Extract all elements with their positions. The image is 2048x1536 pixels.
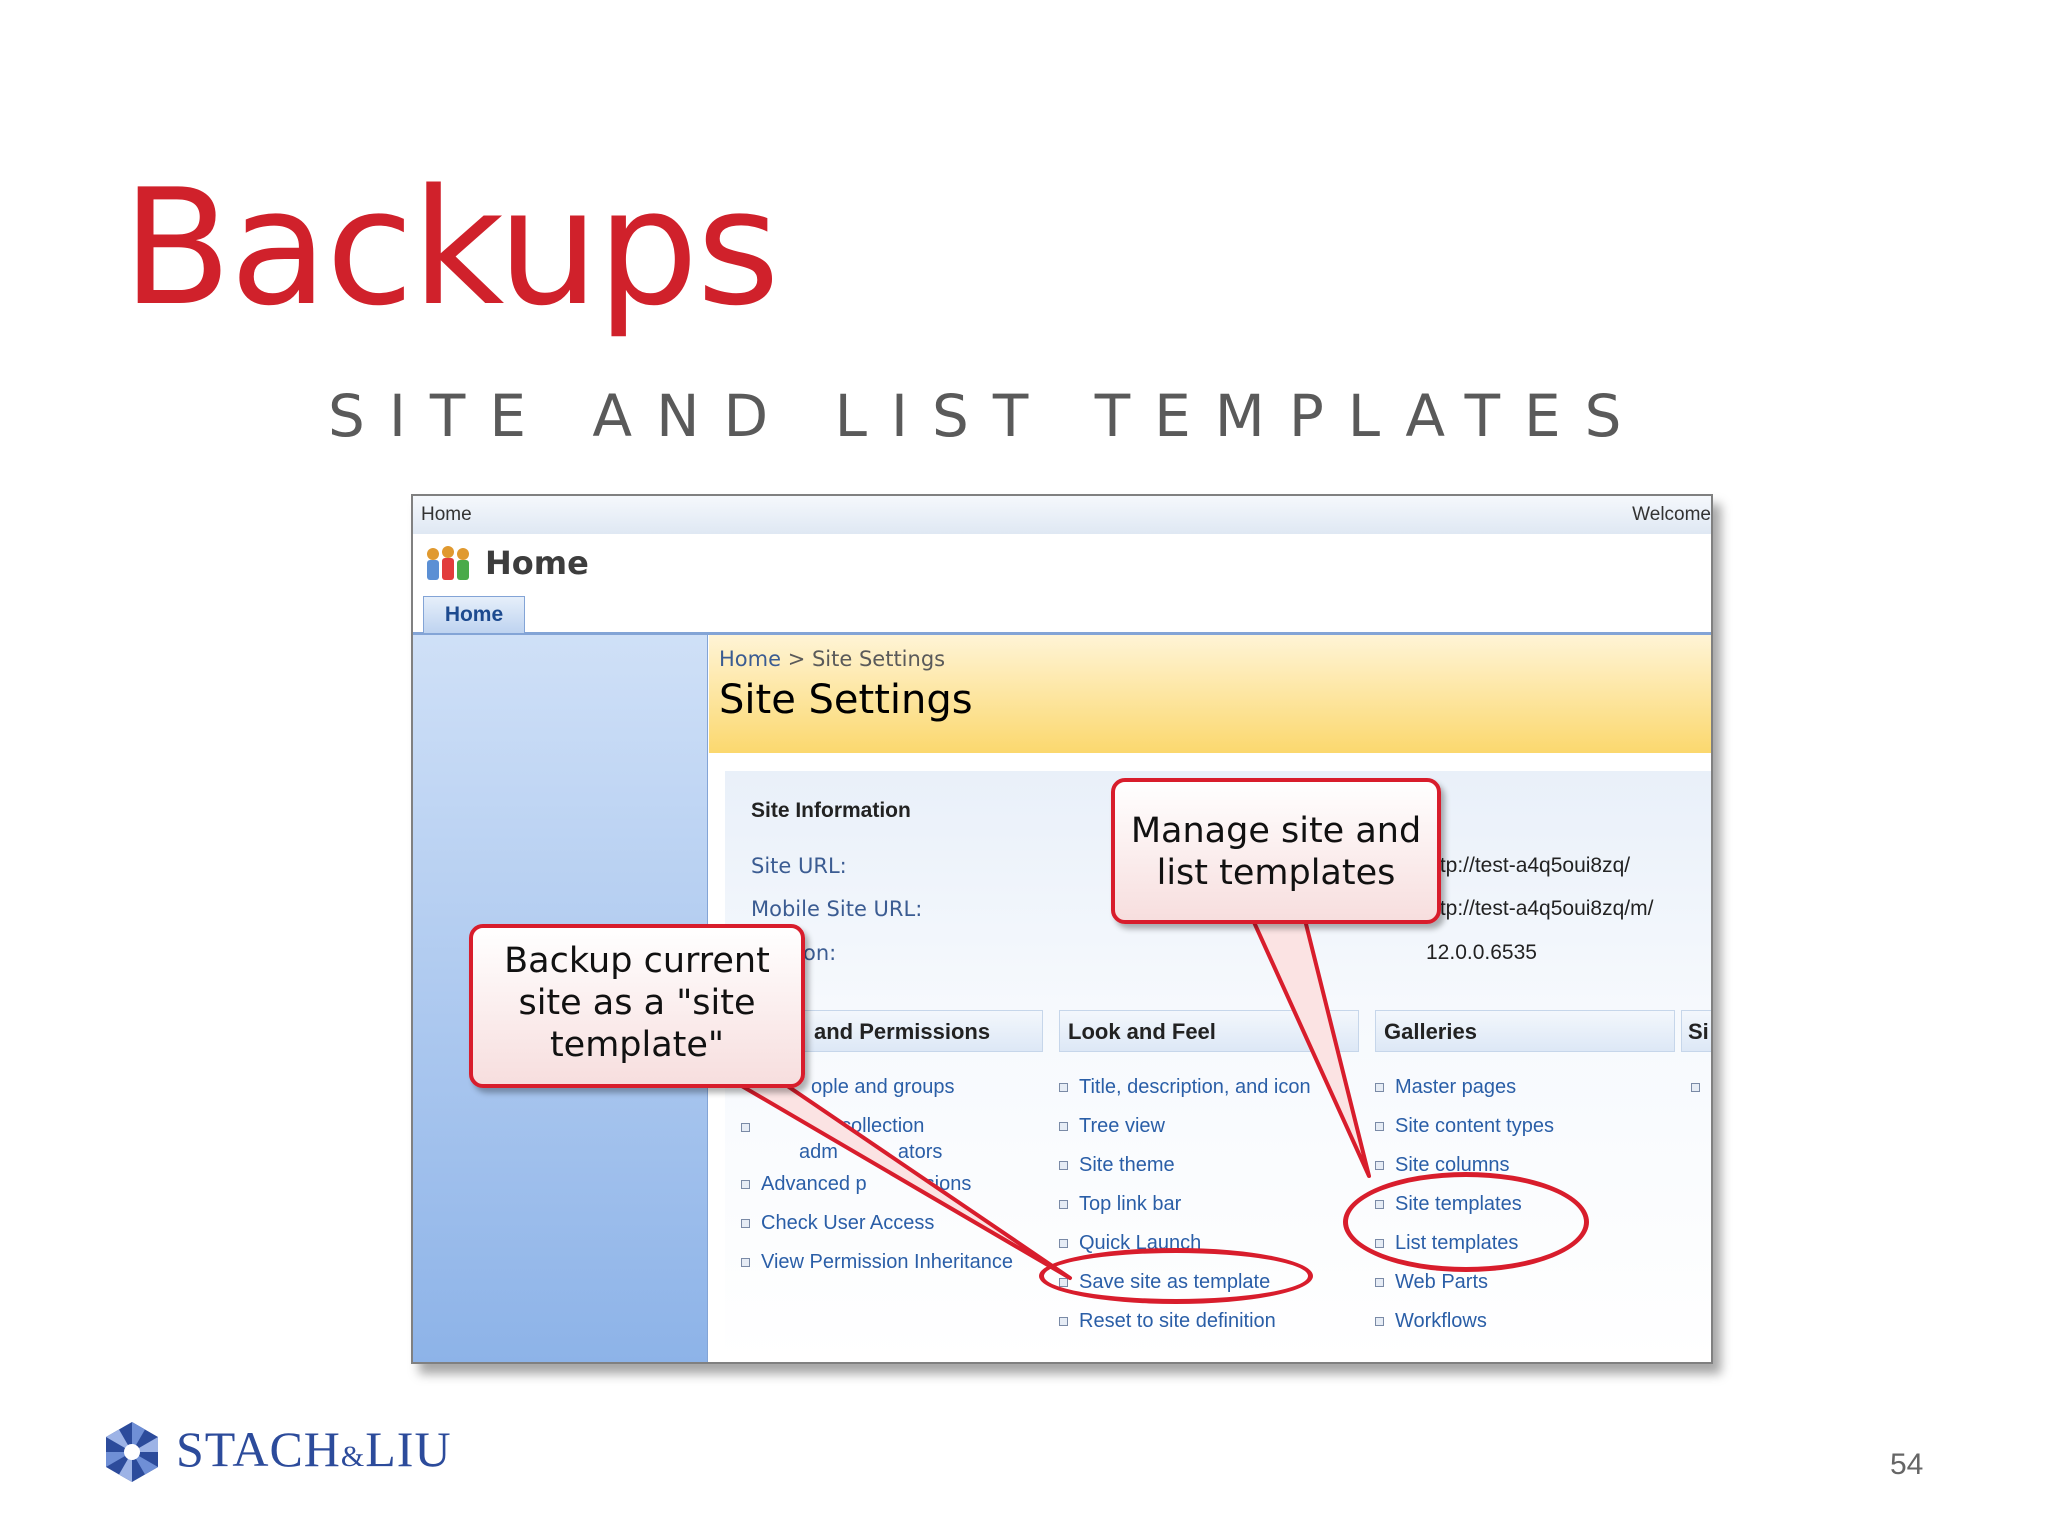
wordmark-amp: & — [340, 1440, 366, 1473]
backup-template-callout: Backup current site as a "site template" — [469, 924, 805, 1088]
manage-templates-callout: Manage site and list templates — [1111, 778, 1441, 924]
wordmark-main: STACH — [176, 1421, 341, 1477]
stach-liu-logo-icon — [106, 1422, 158, 1482]
sharepoint-screenshot: Home Welcome Home Home Home > Site Setti… — [411, 494, 1713, 1364]
backup-callout-pointer — [709, 1066, 1072, 1280]
save-template-highlight-ring — [1039, 1248, 1313, 1304]
company-wordmark: STACH&LIU — [176, 1420, 452, 1478]
wordmark-end: LIU — [365, 1421, 452, 1477]
page-number: 54 — [1890, 1448, 1924, 1481]
slide-title: Backups — [122, 154, 780, 341]
manage-callout-pointer — [1251, 918, 1371, 1178]
templates-highlight-ring — [1343, 1172, 1589, 1272]
slide-subtitle: SITE AND LIST TEMPLATES — [328, 382, 1646, 450]
